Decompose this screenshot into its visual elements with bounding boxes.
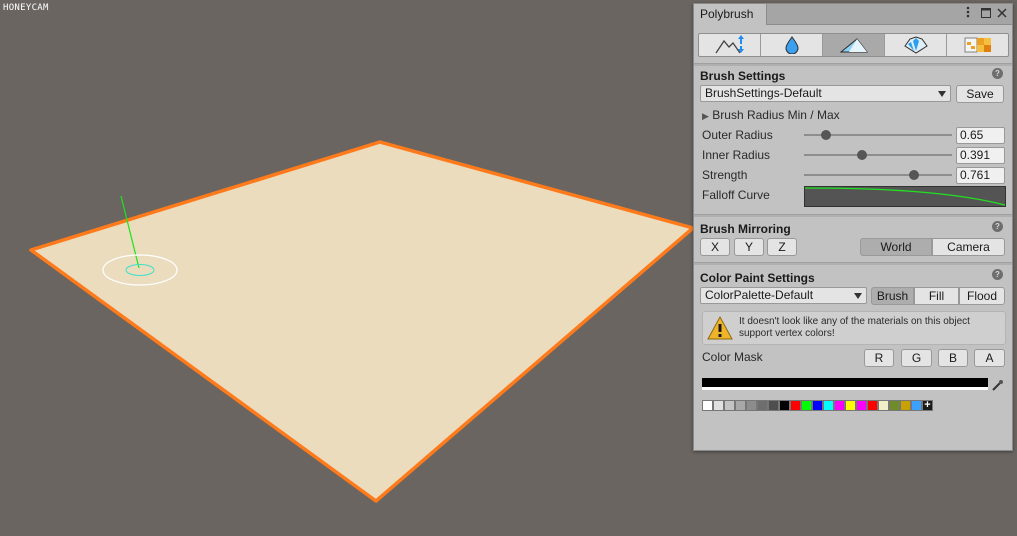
color-swatch[interactable] [757,400,768,411]
paint-textures-mode-button[interactable] [947,34,1008,56]
color-swatch[interactable] [724,400,735,411]
color-swatch[interactable] [856,400,867,411]
vertex-color-warning: It doesn't look like any of the material… [702,311,1006,345]
save-button[interactable]: Save [956,85,1004,103]
mirror-space-camera-button[interactable]: Camera [932,238,1005,256]
color-swatch[interactable] [834,400,845,411]
paint-mode-brush-button[interactable]: Brush [871,287,914,305]
sculpt-mode-button[interactable] [699,34,761,56]
section-separator [694,262,1012,265]
kebab-menu-icon[interactable] [961,6,975,22]
color-swatch[interactable] [801,400,812,411]
color-swatch[interactable] [878,400,889,411]
color-swatch[interactable] [812,400,823,411]
smooth-mode-button[interactable] [761,34,823,56]
paint-mode-flood-button[interactable]: Flood [959,287,1005,305]
brush-radius-foldout-label: Brush Radius Min / Max [712,108,840,122]
mirror-x-button[interactable]: X [700,238,730,256]
color-swatch[interactable] [867,400,878,411]
water-drop-icon [784,36,799,54]
color-mask-label: Color Mask [702,350,763,364]
outer-radius-slider-thumb[interactable] [821,130,832,140]
foldout-arrow-icon: ▶ [702,111,709,121]
color-palette-swatches: + [702,400,933,411]
color-swatch[interactable] [790,400,801,411]
inner-radius-slider-thumb[interactable] [856,150,867,160]
strength-field[interactable]: 0.761 [956,167,1005,184]
inner-radius-label: Inner Radius [702,148,771,162]
brush-mirroring-title: Brush Mirroring [700,222,791,236]
inner-radius-field[interactable]: 0.391 [956,147,1005,164]
warning-icon [707,316,733,340]
strength-slider-thumb[interactable] [908,170,919,180]
section-separator [694,214,1012,217]
close-icon[interactable] [995,6,1009,22]
color-paint-settings-title: Color Paint Settings [700,271,815,285]
brush-preset-dropdown[interactable]: BrushSettings-Default [700,85,951,102]
color-swatch[interactable] [746,400,757,411]
color-swatch[interactable] [702,400,713,411]
color-swatch[interactable] [735,400,746,411]
add-swatch-icon[interactable]: + [922,400,933,411]
polybrush-window[interactable]: Polybrush Brush Settings ? BrushSettings… [693,3,1013,451]
color-swatch[interactable] [823,400,834,411]
color-swatch[interactable] [779,400,790,411]
mirror-y-button[interactable]: Y [734,238,764,256]
paint-mode-fill-button[interactable]: Fill [914,287,959,305]
paint-brush-icon [839,38,868,53]
mirror-space-world-button[interactable]: World [860,238,932,256]
warning-text: It doesn't look like any of the material… [739,316,970,339]
color-palette-value: ColorPalette-Default [705,288,814,302]
outer-radius-field[interactable]: 0.65 [956,127,1005,144]
mode-toolbar [698,33,1009,57]
eyedropper-icon[interactable] [991,379,1004,392]
window-tab-title[interactable]: Polybrush [694,4,768,25]
scatter-prefabs-mode-button[interactable] [885,34,947,56]
section-separator [694,63,1012,66]
outer-radius-label: Outer Radius [702,128,773,142]
falloff-curve-label: Falloff Curve [702,188,770,202]
brush-preset-value: BrushSettings-Default [705,86,822,100]
color-swatch[interactable] [713,400,724,411]
chevron-down-icon [938,91,946,97]
strength-slider[interactable] [804,174,952,176]
falloff-curve-field[interactable] [804,186,1006,207]
color-swatch[interactable] [900,400,911,411]
mountain-arrows-icon [714,35,744,54]
maximize-icon[interactable] [979,6,993,22]
color-palette-dropdown[interactable]: ColorPalette-Default [700,287,867,304]
brush-radius-foldout[interactable]: ▶ Brush Radius Min / Max [702,108,840,122]
help-icon[interactable]: ? [992,269,1003,280]
brush-settings-title: Brush Settings [700,69,786,83]
color-mask-g-toggle[interactable]: G [901,349,932,367]
watermark: HONEYCAM [3,3,49,13]
color-swatch[interactable] [889,400,900,411]
strength-label: Strength [702,168,748,182]
help-icon[interactable]: ? [992,68,1003,79]
color-swatch[interactable] [768,400,779,411]
color-mask-r-toggle[interactable]: R [864,349,894,367]
paint-vertex-colors-mode-button[interactable] [823,34,885,56]
chevron-down-icon [854,293,862,299]
mirror-z-button[interactable]: Z [767,238,797,256]
current-color-field[interactable] [702,378,988,390]
texture-tiles-icon [964,37,991,53]
help-icon[interactable]: ? [992,221,1003,232]
color-swatch[interactable] [911,400,922,411]
window-titlebar[interactable]: Polybrush [694,4,1012,25]
inner-radius-slider[interactable] [804,154,952,156]
color-mask-a-toggle[interactable]: A [974,349,1005,367]
crystals-icon [903,36,928,54]
color-swatch[interactable] [845,400,856,411]
color-mask-b-toggle[interactable]: B [938,349,968,367]
